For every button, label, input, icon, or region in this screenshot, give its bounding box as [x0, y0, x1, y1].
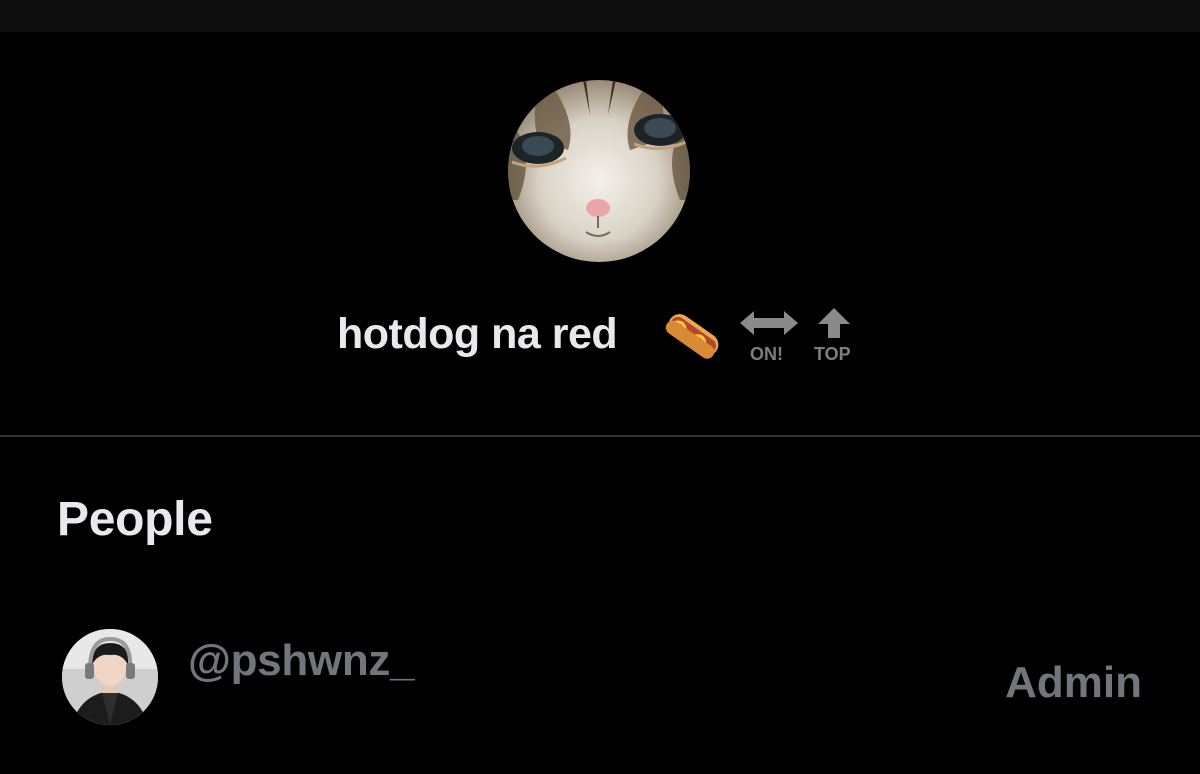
group-name-row: hotdog na red ON! TOP — [0, 300, 1200, 370]
group-info-page: hotdog na red ON! TOP People @pshwnz_ Ad… — [0, 0, 1200, 774]
member-handle[interactable]: @pshwnz_ — [188, 636, 415, 686]
member-role-badge: Admin — [1005, 658, 1142, 707]
group-name: hotdog na red — [337, 310, 618, 358]
member-avatar[interactable] — [62, 629, 158, 725]
on-arrow-icon: ON! — [738, 306, 800, 366]
people-section-title: People — [57, 493, 213, 546]
top-label: TOP — [814, 344, 851, 364]
top-bar — [0, 0, 1200, 32]
top-arrow-icon: TOP — [810, 306, 858, 366]
on-label: ON! — [750, 344, 783, 364]
member-row[interactable]: @pshwnz_ Admin — [0, 620, 1200, 740]
group-avatar[interactable] — [508, 80, 690, 262]
divider — [0, 435, 1200, 437]
hotdog-emoji-icon — [664, 304, 724, 364]
person-photo-icon — [62, 629, 158, 725]
cat-photo-icon — [508, 80, 690, 262]
